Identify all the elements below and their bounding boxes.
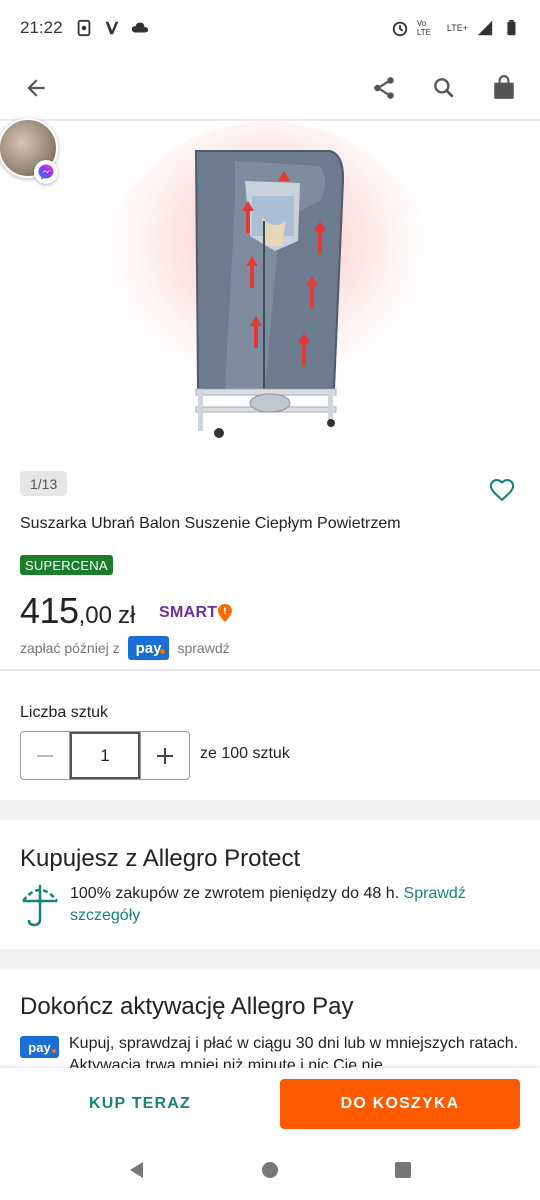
smart-label: SMART xyxy=(159,604,218,621)
status-bar: 21:22 Vo LTE LTE+ xyxy=(0,0,540,56)
back-button[interactable] xyxy=(18,70,54,106)
heart-icon xyxy=(489,479,515,502)
share-icon xyxy=(374,77,394,99)
price-currency: zł xyxy=(117,602,136,629)
clock: 21:22 xyxy=(20,18,63,37)
umbrella-icon xyxy=(22,885,58,927)
allegro-pay-logo: pay xyxy=(20,1036,59,1058)
pay-later-check-link[interactable]: sprawdź xyxy=(177,640,229,656)
quantity-increase-button[interactable] xyxy=(140,732,189,779)
signal-icon xyxy=(477,20,493,36)
network-type: LTE+ xyxy=(446,23,468,33)
pay-later-row[interactable]: zapłać później z pay sprawdź xyxy=(20,636,230,660)
price: 415 ,00 zł xyxy=(20,590,135,632)
volte-indicator: Vo LTE xyxy=(416,19,431,37)
allegro-pay-logo: pay xyxy=(127,636,170,660)
pay-later-prefix: zapłać później z xyxy=(20,640,120,656)
section-separator xyxy=(0,800,540,820)
battery-icon xyxy=(507,19,516,36)
minus-icon xyxy=(37,754,53,757)
plus-icon xyxy=(157,747,173,764)
add-to-cart-button[interactable]: DO KOSZYKA xyxy=(280,1079,520,1129)
messenger-icon xyxy=(34,160,58,184)
product-image[interactable] xyxy=(0,121,540,466)
quantity-stepper[interactable]: 1 xyxy=(20,731,190,780)
wishlist-button[interactable] xyxy=(484,472,520,508)
quantity-decrease-button[interactable] xyxy=(21,732,70,779)
allegro-pay-title: Dokończ aktywację Allegro Pay xyxy=(20,993,354,1020)
cart-button[interactable] xyxy=(486,70,522,106)
quantity-available: ze 100 sztuk xyxy=(200,745,290,762)
nav-home-button[interactable] xyxy=(250,1150,290,1190)
quantity-input[interactable]: 1 xyxy=(70,732,140,779)
bottom-action-bar: KUP TERAZ DO KOSZYKA xyxy=(0,1068,540,1140)
gallery-counter: 1/13 xyxy=(20,471,68,496)
alarm-icon xyxy=(392,21,408,37)
nav-recents-button[interactable] xyxy=(383,1150,423,1190)
nav-back-button[interactable] xyxy=(117,1150,157,1190)
share-button[interactable] xyxy=(366,70,402,106)
cloud-icon xyxy=(131,22,148,33)
app-bar xyxy=(0,56,540,120)
nav-home-icon xyxy=(261,1162,278,1178)
search-button[interactable] xyxy=(426,70,462,106)
data-saver-icon xyxy=(77,19,90,37)
svg-text:!: ! xyxy=(223,607,227,617)
app-v-icon xyxy=(105,21,118,35)
smart-pin-icon: ! xyxy=(218,604,233,622)
search-icon xyxy=(434,78,454,98)
supercena-badge: SUPERCENA xyxy=(20,555,113,575)
price-fraction: ,00 xyxy=(78,602,112,629)
back-arrow-icon xyxy=(27,79,45,97)
nav-recents-icon xyxy=(395,1162,412,1178)
smart-badge: SMART ! xyxy=(159,603,233,623)
product-image-gallery[interactable] xyxy=(0,121,540,466)
nav-back-icon xyxy=(129,1162,143,1178)
shopping-bag-icon xyxy=(494,75,514,99)
chat-head-bubble[interactable] xyxy=(0,118,60,188)
protect-row: 100% zakupów ze zwrotem pieniędzy do 48 … xyxy=(20,883,520,927)
section-separator xyxy=(0,949,540,969)
quantity-label: Liczba sztuk xyxy=(20,704,109,721)
protect-title: Kupujesz z Allegro Protect xyxy=(20,845,301,872)
price-integer: 415 xyxy=(20,590,79,631)
buy-now-button[interactable]: KUP TERAZ xyxy=(20,1079,260,1129)
product-title: Suszarka Ubrań Balon Suszenie Ciepłym Po… xyxy=(20,515,401,532)
protect-text: 100% zakupów ze zwrotem pieniędzy do 48 … xyxy=(70,885,400,902)
system-nav-bar xyxy=(0,1140,540,1200)
divider xyxy=(0,669,540,671)
